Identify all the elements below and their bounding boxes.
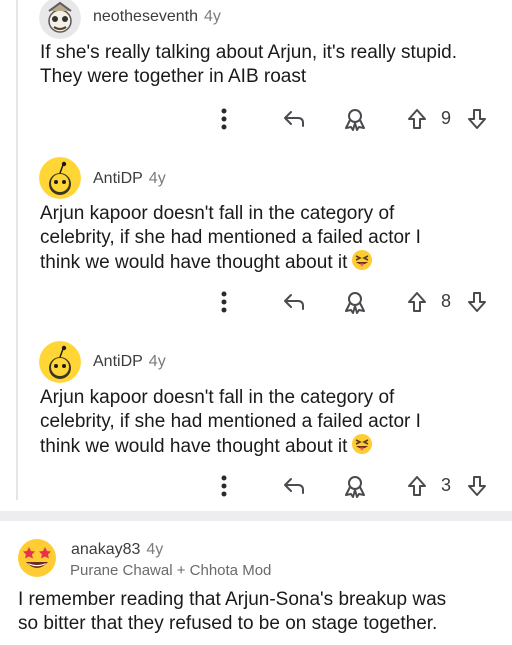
downvote-icon[interactable] xyxy=(466,105,488,133)
reply-icon[interactable] xyxy=(282,472,306,500)
star-struck-avatar-icon[interactable] xyxy=(17,538,57,578)
comment-age: 4y xyxy=(203,8,221,25)
award-icon[interactable] xyxy=(342,472,368,500)
thread-line xyxy=(16,0,18,500)
squinting-tongue-emoji xyxy=(351,433,373,462)
more-options-icon[interactable] xyxy=(216,105,232,133)
reply-icon[interactable] xyxy=(282,105,306,133)
comment-actions: 3 xyxy=(0,472,512,500)
comment-author[interactable]: anakay83 4y xyxy=(71,541,163,559)
comment-author[interactable]: neotheseventh 4y xyxy=(93,8,221,26)
comment-body: Arjun kapoor doesn't fall in the categor… xyxy=(40,202,510,278)
more-options-icon[interactable] xyxy=(216,288,232,316)
award-icon[interactable] xyxy=(342,105,368,133)
snoo-default-avatar-icon[interactable] xyxy=(39,341,81,383)
comment-age: 4y xyxy=(146,541,164,558)
upvote-icon[interactable] xyxy=(406,472,428,500)
comment-author[interactable]: AntiDP 4y xyxy=(93,170,166,188)
snoo-default-avatar-icon[interactable] xyxy=(39,157,81,199)
comment-author[interactable]: AntiDP 4y xyxy=(93,353,166,371)
comment-body: I remember reading that Arjun-Sona's bre… xyxy=(18,589,447,634)
comment-actions: 9 xyxy=(0,105,512,133)
more-options-icon[interactable] xyxy=(216,472,232,500)
username-label[interactable]: AntiDP xyxy=(93,353,143,370)
comment-actions: 8 xyxy=(0,288,512,316)
squinting-tongue-emoji xyxy=(351,249,373,278)
vote-score: 8 xyxy=(441,291,452,311)
downvote-icon[interactable] xyxy=(466,472,488,500)
reply-icon[interactable] xyxy=(282,288,306,316)
section-divider xyxy=(0,511,512,521)
username-label[interactable]: anakay83 xyxy=(71,541,140,558)
snoo-avatar-icon[interactable] xyxy=(39,0,81,39)
username-label[interactable]: AntiDP xyxy=(93,170,143,187)
vote-score: 3 xyxy=(441,475,452,495)
comment-body: Arjun kapoor doesn't fall in the categor… xyxy=(40,386,510,462)
username-label[interactable]: neotheseventh xyxy=(93,8,198,25)
upvote-icon[interactable] xyxy=(406,288,428,316)
award-icon[interactable] xyxy=(342,288,368,316)
comment-age: 4y xyxy=(148,170,166,187)
comment-body: If she's really talking about Arjun, it'… xyxy=(40,42,458,87)
vote-score: 9 xyxy=(441,108,452,128)
comment-age: 4y xyxy=(148,353,166,370)
downvote-icon[interactable] xyxy=(466,288,488,316)
upvote-icon[interactable] xyxy=(406,105,428,133)
user-flair: Purane Chawal + Chhota Mod xyxy=(70,562,272,579)
